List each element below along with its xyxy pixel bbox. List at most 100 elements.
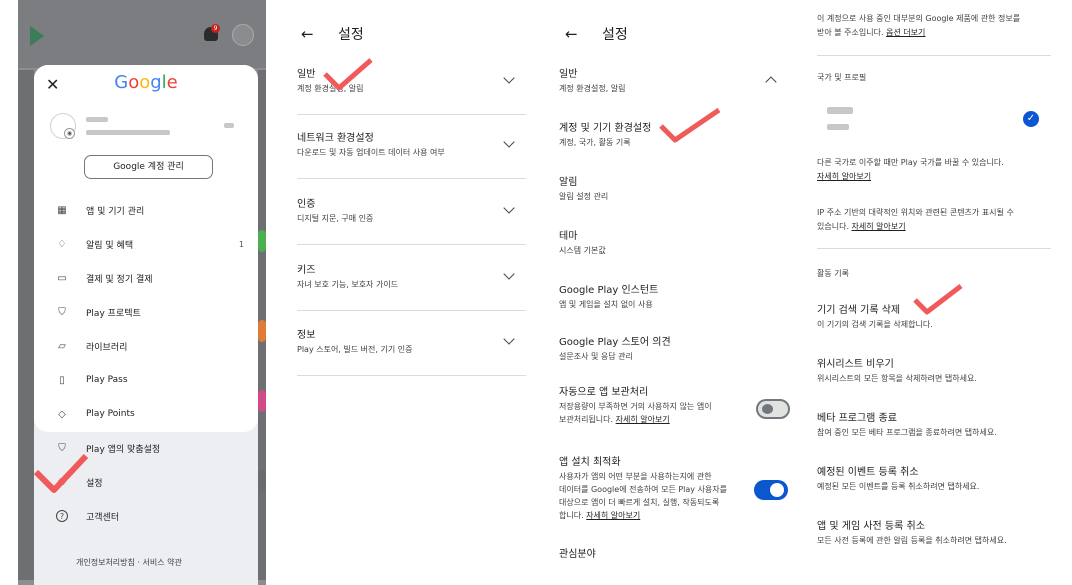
ip-note-text-2: 있습니다.: [817, 222, 852, 231]
auto-archive-setting: 자동으로 앱 보관처리 저장용량이 부족하면 거의 사용하지 않는 앱이 보관처…: [559, 386, 749, 426]
learn-more-link[interactable]: 자세히 알아보기: [586, 511, 640, 520]
annotation-checkmark-settings: [33, 453, 89, 493]
menu-item[interactable]: ⛉ Play 프로텍트: [54, 302, 254, 322]
menu-item-label: 고객센터: [86, 512, 120, 523]
country-detail-blurred: [827, 124, 849, 130]
item-title: 위시리스트 비우기: [817, 359, 894, 370]
annotation-checkmark-clear-history: [913, 284, 963, 315]
ticket-icon: ▯: [59, 374, 65, 386]
back-arrow-icon[interactable]: ←: [301, 25, 314, 43]
interests-section[interactable]: 관심분야: [559, 548, 795, 562]
manage-account-button[interactable]: Google 계정 관리: [84, 155, 213, 179]
auto-archive-desc-2: 보관처리됩니다.: [559, 415, 616, 424]
divider: [297, 310, 526, 311]
settings-item[interactable]: Google Play 스토어 의견설문조사 및 응답 관리: [559, 336, 779, 363]
ip-note: IP 주소 기반의 대략적인 위치와 관련된 콘텐츠가 표시될 수 있습니다. …: [817, 206, 1014, 234]
general-settings-panel: ← 설정 일반 계정 환경설정, 알림 계정 및 기기 환경설정 계정, 국가, …: [545, 0, 795, 585]
menu-item[interactable]: ◇ Play Points: [54, 404, 254, 424]
menu-item-label: 설정: [86, 478, 103, 489]
auto-archive-title: 자동으로 앱 보관처리: [559, 387, 649, 398]
activity-item[interactable]: 위시리스트 비우기 위시리스트의 모든 항목을 삭제하려면 탭하세요.: [817, 358, 1053, 385]
divider: [297, 178, 526, 179]
back-arrow-icon[interactable]: ←: [565, 25, 578, 43]
learn-more-link[interactable]: 자세히 알아보기: [852, 222, 906, 231]
settings-section[interactable]: 네트워크 환경설정 다운로드 및 자동 업데이트 데이터 사용 여부: [297, 132, 527, 159]
item-title: 앱 및 게임 사전 등록 취소: [817, 521, 925, 532]
background-content: [18, 70, 34, 580]
settings-section[interactable]: 인증 디지털 지문, 구매 인증: [297, 198, 527, 225]
activity-item[interactable]: 앱 및 게임 사전 등록 취소모든 사전 등록에 관한 알림 등록을 취소하려면…: [817, 520, 1053, 547]
settings-item[interactable]: 테마시스템 기본값: [559, 230, 779, 257]
diamond-icon: ◇: [58, 408, 66, 420]
learn-more-link[interactable]: 자세히 알아보기: [817, 170, 1004, 184]
section-subtitle: 다운로드 및 자동 업데이트 데이터 사용 여부: [297, 148, 445, 157]
menu-item-label: 알림 및 혜택: [86, 240, 134, 251]
item-subtitle: 참여 중인 모든 베타 프로그램을 종료하려면 탭하세요.: [817, 428, 997, 437]
avatar[interactable]: [232, 24, 254, 46]
menu-item-label: Play 앱의 맞춤설정: [86, 444, 161, 455]
menu-item[interactable]: ▦ 앱 및 기기 관리: [54, 200, 254, 220]
item-title: Google Play 인스턴트: [559, 285, 659, 296]
account-switch-blurred[interactable]: [224, 123, 234, 128]
item-subtitle: 이 기기의 검색 기록을 삭제합니다.: [817, 320, 933, 329]
general-section[interactable]: 일반 계정 환경설정, 알림: [559, 68, 789, 95]
learn-more-link[interactable]: 자세히 알아보기: [616, 415, 670, 424]
grid-icon: ▦: [57, 204, 67, 216]
install-opt-desc-4: 합니다.: [559, 511, 587, 520]
settings-item[interactable]: Google Play 인스턴트 앱 및 게임을 설치 없이 사용: [559, 284, 779, 311]
country-note-text: 다른 국가로 이주할 때만 Play 국가를 바꿀 수 있습니다.: [817, 158, 1004, 167]
bell-icon: ♢: [57, 238, 67, 250]
section-title: 정보: [297, 330, 316, 341]
page-title: 설정: [602, 27, 628, 43]
menu-item-label: 결제 및 정기 결제: [86, 274, 153, 285]
install-opt-desc-1: 사용자가 앱의 어떤 부분을 사용하는지에 관한: [559, 472, 712, 481]
install-optimization-toggle[interactable]: [754, 480, 788, 500]
email-info-text-2: 받아 볼 주소입니다.: [817, 28, 887, 37]
menu-item[interactable]: ▯ Play Pass: [54, 370, 254, 390]
menu-item[interactable]: ♢ 알림 및 혜택 1: [54, 234, 254, 254]
item-title: 테마: [559, 231, 578, 242]
activity-item[interactable]: 베타 프로그램 종료참여 중인 모든 베타 프로그램을 종료하려면 탭하세요.: [817, 412, 1053, 439]
item-title: 베타 프로그램 종료: [817, 413, 897, 424]
camera-icon[interactable]: ◉: [64, 128, 75, 139]
divider: [817, 55, 1051, 56]
menu-item-label: 라이브러리: [86, 342, 128, 353]
annotation-checkmark-account: [659, 107, 721, 143]
auto-archive-toggle[interactable]: [756, 399, 790, 419]
divider: [817, 248, 1051, 249]
section-subtitle: 자녀 보호 기능, 보호자 가이드: [297, 280, 399, 289]
account-device-settings-panel: 이 계정으로 사용 중인 대부분의 Google 제품에 관한 정보를 받아 볼…: [805, 0, 1055, 585]
settings-section[interactable]: 정보 Play 스토어, 빌드 버전, 기기 인증: [297, 329, 527, 356]
settings-item[interactable]: 알림 알림 설정 관리: [559, 176, 779, 203]
auto-archive-desc: 저장용량이 부족하면 거의 사용하지 않는 앱이: [559, 402, 712, 411]
menu-item[interactable]: ▱ 라이브러리: [54, 336, 254, 356]
settings-panel: ← 설정 일반 계정 환경설정, 알림 네트워크 환경설정 다운로드 및 자동 업데이…: [281, 0, 536, 585]
notification-badge: 9: [211, 24, 220, 33]
section-title: 인증: [297, 199, 316, 210]
activity-item[interactable]: 예정된 이벤트 등록 취소 예정된 모든 이벤트를 등록 취소하려면 탭하세요.: [817, 466, 1053, 493]
play-store-logo-icon: [30, 26, 44, 46]
menu-item[interactable]: ▭ 결제 및 정기 결제: [54, 268, 254, 288]
email-info: 이 계정으로 사용 중인 대부분의 Google 제품에 관한 정보를 받아 볼…: [817, 12, 1055, 40]
settings-section[interactable]: 키즈 자녀 보호 기능, 보호자 가이드: [297, 264, 527, 291]
item-subtitle: 알림 설정 관리: [559, 192, 609, 201]
item-title: Google Play 스토어 의견: [559, 337, 671, 348]
help-icon: ?: [56, 510, 68, 522]
item-subtitle: 시스템 기본값: [559, 246, 606, 255]
menu-item[interactable]: ? 고객센터: [54, 506, 254, 526]
country-note: 다른 국가로 이주할 때만 Play 국가를 바꿀 수 있습니다. 자세히 알아…: [817, 156, 1004, 184]
general-subtitle: 계정 환경설정, 알림: [559, 84, 626, 93]
more-options-link[interactable]: 옵션 더보기: [886, 28, 925, 37]
check-icon[interactable]: ✓: [1023, 111, 1039, 127]
install-opt-title: 앱 설치 최적화: [559, 457, 621, 468]
country-name-blurred: [827, 107, 853, 114]
item-subtitle: 설문조사 및 응답 관리: [559, 352, 633, 361]
item-subtitle: 모든 사전 등록에 관한 알림 등록을 취소하려면 탭하세요.: [817, 536, 1007, 545]
folder-icon: ▱: [58, 340, 66, 352]
account-name-blurred: [86, 117, 108, 122]
divider: [297, 114, 526, 115]
install-opt-desc-3: 대상으로 앱이 더 빠르게 설치, 실행, 작동되도록: [559, 498, 720, 507]
footer-links[interactable]: 개인정보처리방침 · 서비스 약관: [76, 557, 182, 568]
country-profile-header: 국가 및 프로필: [817, 73, 867, 82]
account-email-blurred: [86, 130, 170, 135]
